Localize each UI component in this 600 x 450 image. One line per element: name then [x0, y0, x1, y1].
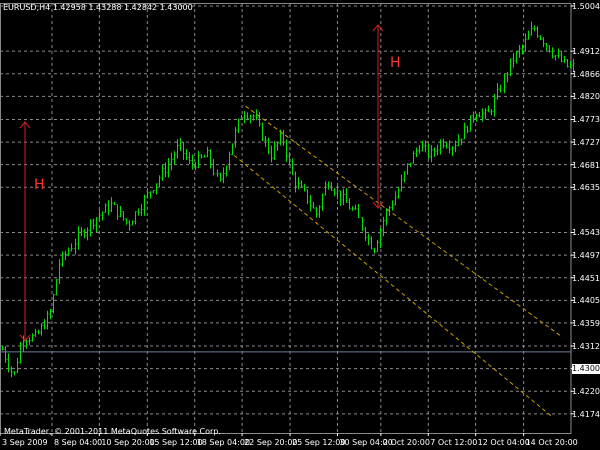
left-height-label: H	[34, 177, 45, 193]
overlays	[0, 24, 571, 417]
channel-lower-line	[233, 154, 552, 417]
copyright-text: MetaTrader, © 2001-2011 MetaQuotes Softw…	[4, 427, 221, 436]
grid	[0, 3, 574, 436]
price-tick-label: 1.47270	[572, 138, 600, 148]
price-tick-label: 1.43120	[572, 342, 600, 352]
date-tick-label: 8 Sep 04:00	[53, 438, 103, 447]
date-tick-label: 25 Sep 12:00	[292, 438, 346, 447]
date-tick-label: 15 Sep 12:00	[149, 438, 203, 447]
candles	[1, 21, 575, 378]
date-tick-label: 3 Sep 2009	[2, 438, 48, 447]
date-tick-label: 18 Sep 04:00	[196, 438, 251, 447]
symbol-info: EURUSD,H4 1.42958 1.43288 1.42842 1.4300…	[3, 3, 193, 12]
price-tick-label: 1.45430	[572, 228, 600, 238]
price-tick-label: 1.46810	[572, 160, 600, 170]
date-tick-label: 12 Oct 04:00	[477, 438, 530, 447]
price-tick-label: 1.43590	[572, 318, 600, 328]
right-height-label: H	[390, 55, 401, 71]
date-tick-label: 22 Sep 20:00	[244, 438, 298, 447]
price-tick-label: 1.44970	[572, 251, 600, 261]
price-tick-label: 1.42200	[572, 387, 600, 397]
current-price-label: 1.43000	[572, 364, 600, 374]
channel-upper-line	[245, 105, 563, 338]
chart-window[interactable]: EURUSD,H4 1.42958 1.43288 1.42842 1.4300…	[0, 0, 600, 450]
price-tick-label: 1.44510	[572, 273, 600, 283]
price-tick-label: 1.46350	[572, 183, 600, 193]
date-tick-label: 2 Oct 20:00	[382, 438, 430, 447]
right-height-arrow	[372, 24, 384, 209]
price-tick-label: 1.48200	[572, 92, 600, 102]
date-tick-label: 10 Sep 20:00	[101, 438, 155, 447]
price-tick-label: 1.48660	[572, 69, 600, 79]
price-tick-label: 1.44050	[572, 296, 600, 306]
left-height-arrow	[19, 121, 31, 342]
price-chart[interactable]	[0, 0, 600, 450]
price-tick-label: 1.49120	[572, 47, 600, 57]
price-tick-label: 1.47730	[572, 115, 600, 125]
date-tick-label: 7 Oct 12:00	[430, 438, 478, 447]
date-tick-label: 14 Oct 20:00	[525, 438, 578, 447]
price-tick-label: 1.41740	[572, 409, 600, 419]
price-tick-label: 1.50040	[572, 1, 600, 11]
